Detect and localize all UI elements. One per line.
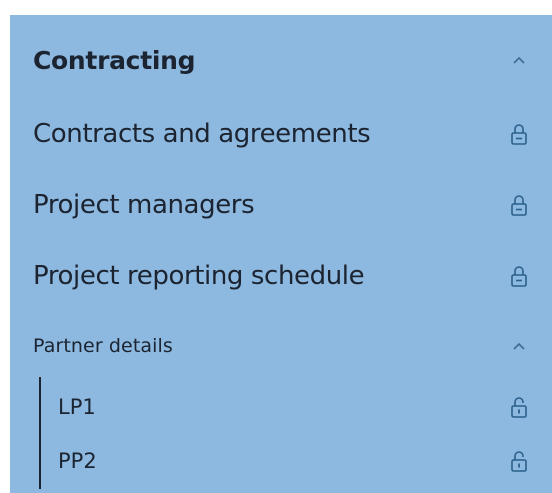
lock-icon — [508, 262, 530, 290]
chevron-up-icon[interactable] — [508, 332, 530, 360]
partner-item-label: PP2 — [58, 449, 97, 473]
subsection-header-partner-details[interactable]: Partner details — [10, 327, 552, 365]
nav-item-project-managers[interactable]: Project managers — [10, 182, 552, 228]
lock-icon — [508, 120, 530, 148]
chevron-up-icon[interactable] — [508, 46, 530, 74]
nav-item-label: Contracts and agreements — [33, 119, 371, 149]
partner-item-pp2[interactable]: PP2 — [10, 441, 552, 481]
partner-item-lp1[interactable]: LP1 — [10, 387, 552, 427]
nav-item-label: Project managers — [33, 190, 255, 220]
nav-item-project-reporting-schedule[interactable]: Project reporting schedule — [10, 253, 552, 299]
lock-open-icon — [508, 447, 530, 475]
partner-item-label: LP1 — [58, 395, 96, 419]
subsection-title: Partner details — [33, 335, 173, 357]
contracting-panel: Contracting Contracts and agreements Pro… — [10, 15, 552, 493]
section-header-contracting[interactable]: Contracting — [10, 35, 552, 85]
nav-item-contracts-and-agreements[interactable]: Contracts and agreements — [10, 111, 552, 157]
nav-item-label: Project reporting schedule — [33, 261, 365, 291]
lock-icon — [508, 191, 530, 219]
section-title: Contracting — [33, 45, 196, 75]
lock-open-icon — [508, 393, 530, 421]
